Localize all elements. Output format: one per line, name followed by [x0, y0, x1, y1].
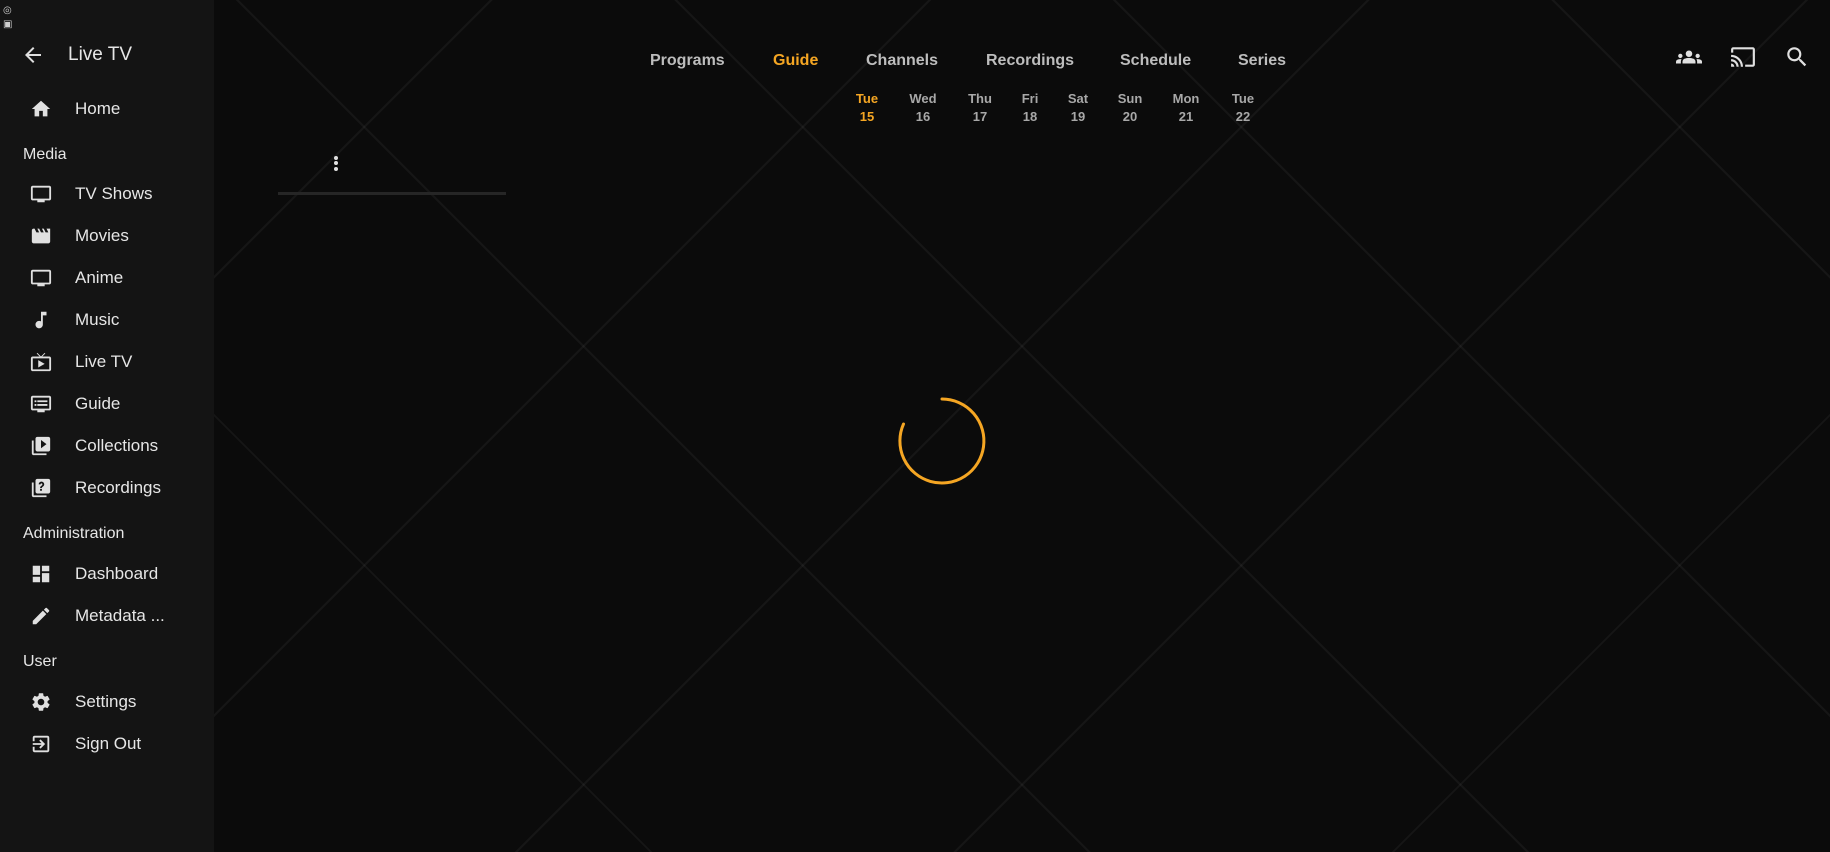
sidebar-item-recordings[interactable]: Recordings — [0, 468, 214, 508]
sidebar-item-label: Metadata ... — [75, 606, 165, 625]
sidebar-item-label: TV Shows — [75, 184, 153, 203]
day-date: 17 — [972, 109, 988, 124]
sidebar-header: Live TV — [0, 38, 214, 72]
arrow-left-icon — [25, 47, 41, 63]
sidebar-item-anime[interactable]: Anime — [0, 258, 214, 298]
tv-icon — [29, 266, 53, 290]
live-tv-icon — [29, 350, 53, 374]
tab-guide[interactable]: Guide — [773, 52, 818, 70]
sidebar-item-tv-shows[interactable]: TV Shows — [0, 174, 214, 214]
day-tab[interactable]: Mon 21 — [1161, 90, 1211, 126]
sidebar-item-home[interactable]: Home — [0, 89, 214, 129]
day-date: 18 — [1022, 109, 1038, 124]
day-name: Sat — [1067, 91, 1089, 106]
day-date: 22 — [1235, 109, 1251, 124]
background-pattern — [214, 0, 1830, 852]
day-tab[interactable]: Tue 15 — [842, 90, 892, 126]
sidebar-item-label: Settings — [75, 692, 137, 711]
movie-clapper-icon — [29, 224, 53, 248]
channel-header-divider — [278, 192, 506, 195]
search-icon — [1787, 47, 1807, 67]
window-controls: ◎ ▣ — [3, 4, 17, 32]
sidebar-item-collections[interactable]: Collections — [0, 426, 214, 466]
day-tab[interactable]: Thu 17 — [955, 90, 1005, 126]
app-root: ◎ ▣ Live TV Home Media TV Shows Movies A… — [0, 0, 1830, 852]
tab-schedule[interactable]: Schedule — [1120, 52, 1191, 70]
day-name: Thu — [968, 91, 992, 106]
sidebar-item-settings[interactable]: Settings — [0, 682, 214, 722]
dashboard-icon — [29, 562, 53, 586]
sidebar-item-label: Collections — [75, 436, 159, 455]
sidebar-item-label: Anime — [75, 268, 124, 287]
tab-recordings[interactable]: Recordings — [986, 52, 1074, 70]
day-date: 20 — [1122, 109, 1138, 124]
sidebar-item-label: Home — [75, 99, 121, 118]
recordings-icon — [29, 476, 53, 500]
day-tab[interactable]: Tue 22 — [1218, 90, 1268, 126]
tv-icon — [29, 182, 53, 206]
tab-channels[interactable]: Channels — [866, 52, 938, 70]
day-name: Tue — [1231, 91, 1255, 106]
sign-out-icon — [29, 732, 53, 756]
day-date: 16 — [915, 109, 931, 124]
cast-icon — [1731, 47, 1755, 67]
pencil-icon — [29, 604, 53, 628]
day-tab[interactable]: Wed 16 — [898, 90, 948, 126]
day-tab[interactable]: Sat 19 — [1053, 90, 1103, 126]
more-vertical-icon — [334, 154, 338, 172]
tab-series[interactable]: Series — [1238, 52, 1286, 70]
sidebar-item-label: Music — [75, 310, 120, 329]
sidebar-item-live-tv[interactable]: Live TV — [0, 342, 214, 382]
sidebar-item-label: Movies — [75, 226, 129, 245]
sidebar-item-label: Live TV — [75, 352, 133, 371]
day-name: Tue — [855, 91, 879, 106]
day-tab[interactable]: Fri 18 — [1005, 90, 1055, 126]
day-date: 19 — [1070, 109, 1086, 124]
sidebar-item-music[interactable]: Music — [0, 300, 214, 340]
sidebar-item-sign-out[interactable]: Sign Out — [0, 724, 214, 764]
day-date: 15 — [859, 109, 875, 124]
picture-in-picture-icon[interactable]: ▣ — [3, 18, 17, 32]
day-name: Mon — [1172, 91, 1200, 106]
sidebar-item-label: Guide — [75, 394, 121, 413]
sidebar-item-label: Recordings — [75, 478, 161, 497]
back-button[interactable] — [0, 43, 70, 67]
gear-icon — [29, 690, 53, 714]
users-icon — [1676, 50, 1702, 64]
sidebar-item-metadata[interactable]: Metadata ... — [0, 596, 214, 636]
loading-spinner — [898, 397, 986, 485]
sidebar-section-administration: Administration — [23, 525, 125, 542]
guide-more-button[interactable] — [326, 150, 346, 176]
sidebar-title: Live TV — [68, 44, 133, 65]
sidebar-item-movies[interactable]: Movies — [0, 216, 214, 256]
tab-programs[interactable]: Programs — [650, 52, 725, 70]
search-button[interactable] — [1782, 42, 1812, 72]
cast-button[interactable] — [1728, 42, 1758, 72]
collections-icon — [29, 434, 53, 458]
sidebar-section-media: Media — [23, 146, 67, 163]
day-name: Sun — [1117, 91, 1143, 106]
day-name: Fri — [1021, 91, 1039, 106]
day-name: Wed — [909, 91, 937, 106]
day-tab[interactable]: Sun 20 — [1105, 90, 1155, 126]
day-date: 21 — [1178, 109, 1194, 124]
sidebar-item-label: Dashboard — [75, 564, 159, 583]
sidebar-item-guide[interactable]: Guide — [0, 384, 214, 424]
users-button[interactable] — [1674, 42, 1704, 72]
music-note-icon — [29, 308, 53, 332]
guide-icon — [29, 392, 53, 416]
target-icon[interactable]: ◎ — [3, 4, 17, 18]
sidebar-item-label: Sign Out — [75, 734, 142, 753]
sidebar: ◎ ▣ Live TV Home Media TV Shows Movies A… — [0, 0, 214, 852]
home-icon — [29, 97, 53, 121]
sidebar-section-user: User — [23, 653, 57, 670]
sidebar-item-dashboard[interactable]: Dashboard — [0, 554, 214, 594]
